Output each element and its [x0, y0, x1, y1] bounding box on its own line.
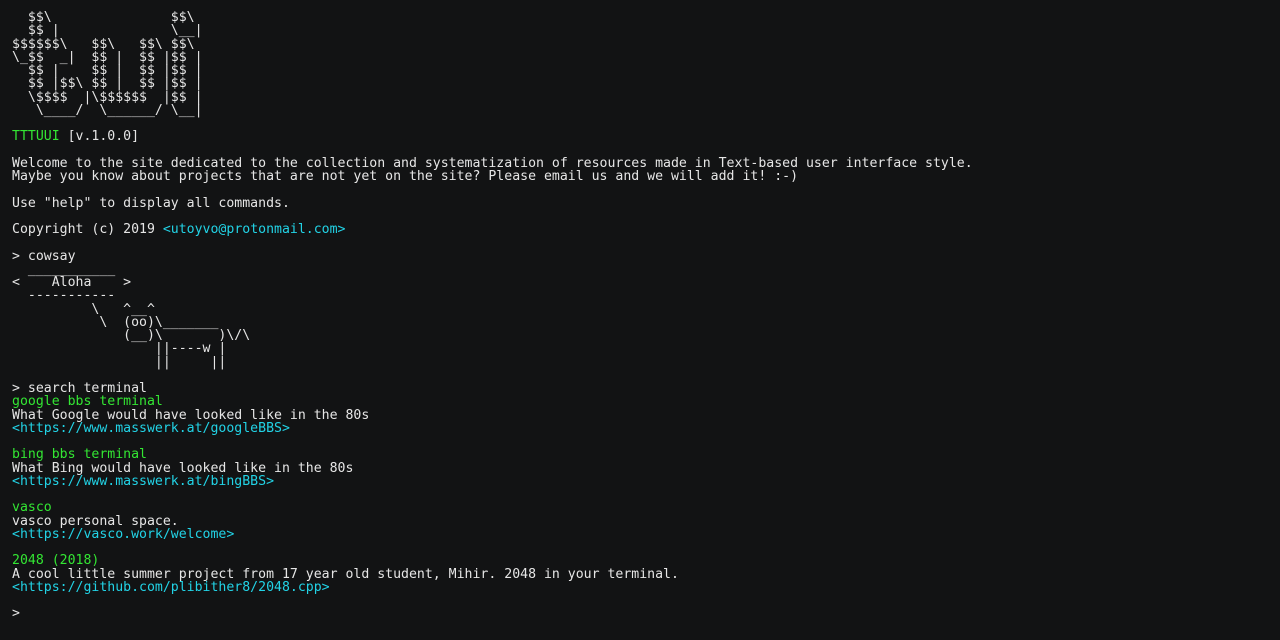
app-version: [v.1.0.0]	[59, 129, 140, 145]
result-description: A cool little summer project from 17 yea…	[12, 566, 679, 582]
search-result: vasco vasco personal space. <https://vas…	[12, 501, 1272, 541]
result-link[interactable]: <https://github.com/plibither8/2048.cpp>	[12, 580, 1272, 594]
result-link[interactable]: <https://vasco.work/welcome>	[12, 527, 1272, 541]
cowsay-command: > cowsay	[12, 248, 76, 264]
search-result: bing bbs terminal What Bing would have l…	[12, 448, 1272, 488]
result-title: 2048 (2018)	[12, 553, 100, 569]
result-title: vasco	[12, 500, 52, 516]
result-description: vasco personal space.	[12, 513, 179, 529]
result-title: google bbs terminal	[12, 394, 163, 410]
search-result: 2048 (2018) A cool little summer project…	[12, 554, 1272, 594]
app-header: TTTUUI [v.1.0.0]	[12, 130, 1272, 143]
welcome-line: Welcome to the site dedicated to the col…	[12, 155, 973, 171]
result-title: bing bbs terminal	[12, 447, 147, 463]
result-description: What Google would have looked like in th…	[12, 407, 370, 423]
result-description: What Bing would have looked like in the …	[12, 460, 354, 476]
copyright-text: Copyright (c) 2019	[12, 222, 163, 237]
result-link[interactable]: <https://www.masswerk.at/googleBBS>	[12, 421, 1272, 435]
copyright-email-link[interactable]: <utoyvo@protonmail.com>	[163, 222, 346, 237]
terminal: $$\ $$\ $$ | \__| $$$$$$\ $$\ $$\ $$\ \_…	[12, 11, 1272, 621]
ascii-logo: $$\ $$\ $$ | \__| $$$$$$\ $$\ $$\ $$\ \_…	[12, 10, 203, 118]
app-name: TTTUUI	[12, 129, 60, 145]
command-input[interactable]	[27, 607, 328, 621]
copyright: Copyright (c) 2019 <utoyvo@protonmail.co…	[12, 223, 1272, 236]
search-command: > search terminal	[12, 381, 147, 396]
suggest-line: Maybe you know about projects that are n…	[12, 169, 799, 184]
command-prompt: >	[12, 607, 1272, 620]
search-result: google bbs terminal What Google would ha…	[12, 395, 1272, 435]
help-hint: Use "help" to display all commands.	[12, 195, 290, 211]
prompt-symbol: >	[12, 606, 20, 622]
cowsay-output: ___________ < Aloha > ----------- \ ^__^…	[12, 261, 251, 370]
result-link[interactable]: <https://www.masswerk.at/bingBBS>	[12, 474, 1272, 488]
